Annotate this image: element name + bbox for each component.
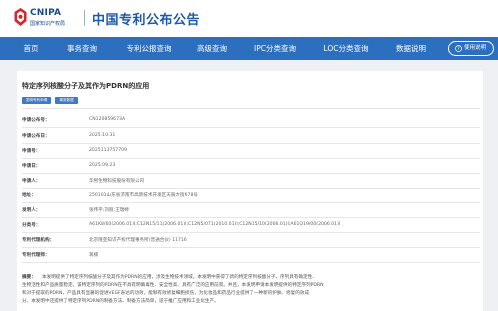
divider [22,217,480,218]
field-label: 专利代理师： [22,253,50,258]
field-value: 2025113757709 [89,148,127,153]
transaction-data-button[interactable]: 事务数据 [55,97,78,104]
nav-item-transaction-query[interactable]: 事务查询 [60,37,104,60]
field-value: A61K8/60(2006.01)I;C12N15/11(2006.01)I;C… [89,222,341,227]
nav-item-advanced-query[interactable]: 高级查询 [190,37,234,60]
logo-text-en: CNIPA [30,8,62,18]
field-label: 申请公布号： [22,118,50,123]
divider [22,108,480,109]
field-label: 分类号： [22,223,41,228]
field-value: 华熙生物科技股份有限公司 [89,179,145,184]
field-label: 申请号： [22,149,41,154]
field-label: 申请日： [22,164,41,169]
divider [22,232,480,233]
field-value: 2025.09.23 [89,163,116,168]
field-label: 申请人： [22,179,41,184]
field-label: 申请公布日： [22,134,50,139]
site-title[interactable]: 中国专利公布公告 [92,9,200,28]
abstract-text: 生物活性和产品质量稳定，该特定序列的PDRN在不具有明确毒性、安全性高、具有广泛… [22,283,324,288]
cnipa-logo[interactable]: CNIPA 国家知识产权局 [14,8,80,30]
help-label: 使用说明 [464,45,487,51]
nav-item-home[interactable]: 首页 [16,37,46,60]
divider [22,127,480,128]
field-value: 北京隆亚知识产权代理事务所(普通合伙) 11716 [89,238,187,243]
logo-divider [84,10,85,26]
nav-item-data-description[interactable]: 数据说明 [390,37,432,60]
field-label: 发明人： [22,208,41,213]
field-value: 250101山东省济南市高新技术开发区天辰大街678号 [89,193,198,198]
field-label: 专利代理机构： [22,238,55,243]
field-label: 地址： [22,193,36,198]
abstract-text: 分，本发明中还提供了特定序列PDRN的制备方法、制备方法简单，适于推广应用和工业… [22,299,219,304]
abstract-label: 摘要： [22,275,36,280]
cnipa-emblem-icon [14,8,27,26]
divider [22,158,480,159]
nav-item-gazette-query[interactable]: 专利公报查询 [120,37,178,60]
field-value: 张伟平;刘丽;王瑞婷 [89,208,129,213]
divider [22,143,480,144]
divider [22,188,480,189]
field-value: CN120859673A [89,117,126,122]
divider [22,173,480,174]
nav-item-ipc-query[interactable]: IPC分类查询 [248,37,302,60]
help-icon: ? [455,45,462,52]
divider [22,202,480,203]
field-value: 2025.10.31 [89,133,116,138]
patent-title: 特定序列核酸分子及其作为PDRN的应用 [22,82,150,90]
abstract-text: 本发明提供了特定序列核酸分子及其作为PDRN的应用，涉及生物技术领域。本发明中获… [42,275,317,280]
abstract-text: 和对于提取的PDRN，产品具有显著的促进VEGF表达的功效，能够有效修复细胞损伤… [22,291,310,296]
divider [22,262,480,263]
patent-detail-card: 特定序列核酸分子及其作为PDRN的应用 发明专利申请 事务数据 申请公布号： C… [17,71,483,311]
invention-application-button[interactable]: 发明专利申请 [22,97,51,104]
logo-text-cn: 国家知识产权局 [30,21,66,27]
main-nav: 首页 事务查询 专利公报查询 高级查询 IPC分类查询 LOC分类查询 数据说明… [0,37,498,60]
nav-item-loc-query[interactable]: LOC分类查询 [318,37,374,60]
field-value: 蒋楠 [89,253,99,258]
divider [22,247,480,248]
help-button[interactable]: ? 使用说明 [448,41,494,56]
site-header: CNIPA 国家知识产权局 中国专利公布公告 [0,0,498,37]
